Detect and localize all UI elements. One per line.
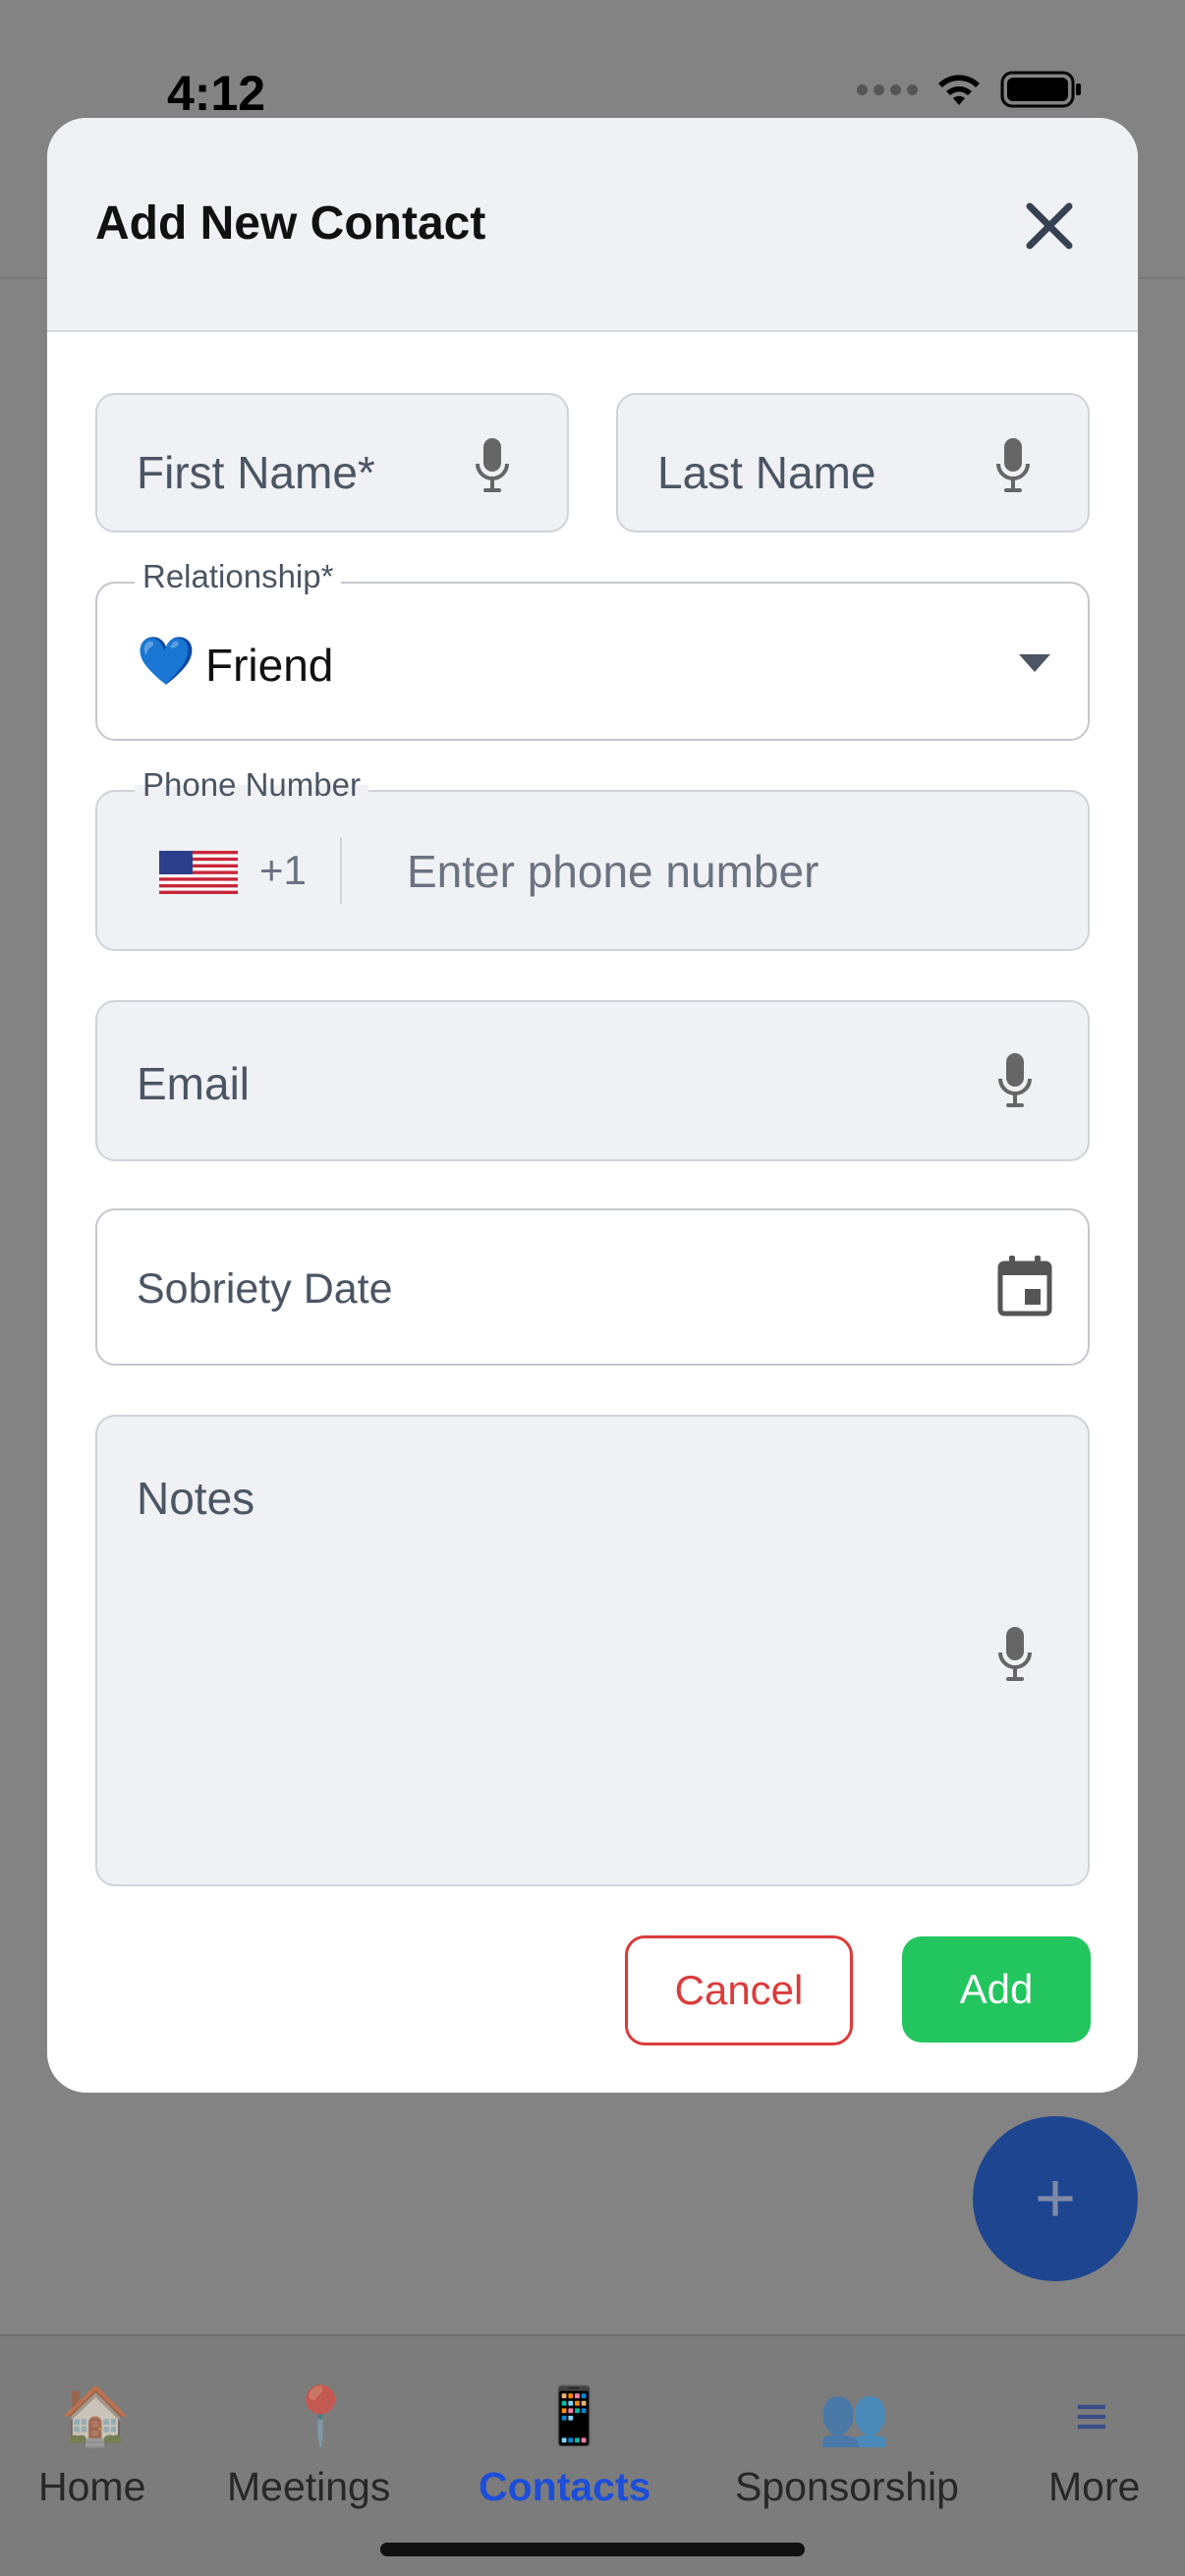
microphone-icon[interactable] (997, 1051, 1033, 1110)
calendar-icon[interactable] (997, 1256, 1052, 1316)
tab-more-label: More (1048, 2464, 1141, 2509)
phone-icon: 📱 (538, 2384, 610, 2448)
first-name-field[interactable]: First Name* (95, 393, 569, 532)
people-icon: 👥 (818, 2384, 890, 2448)
close-icon[interactable] (1022, 198, 1077, 253)
phone-label: Phone Number (135, 766, 368, 804)
phone-placeholder: Enter phone number (407, 846, 819, 897)
microphone-icon[interactable] (475, 436, 510, 495)
phone-field[interactable]: Phone Number +1 Enter phone number (95, 766, 1090, 951)
wifi-icon (938, 75, 980, 105)
signal-icon (857, 84, 918, 95)
cancel-button[interactable]: Cancel (625, 1935, 853, 2045)
phone-divider (340, 837, 342, 904)
add-button[interactable]: Add (902, 1936, 1091, 2043)
email-placeholder: Email (137, 1058, 251, 1109)
sobriety-date-placeholder: Sobriety Date (137, 1265, 393, 1313)
tab-home-label: Home (38, 2464, 146, 2509)
home-indicator (380, 2543, 805, 2556)
sobriety-date-field[interactable]: Sobriety Date (95, 1208, 1090, 1366)
pin-icon: 📍 (285, 2384, 357, 2448)
house-icon: 🏠 (60, 2384, 132, 2448)
modal-title: Add New Contact (95, 197, 486, 250)
tab-bar: 🏠 Home 📍 Meetings 📱 Contacts 👥 Sponsorsh… (0, 2334, 1185, 2576)
chevron-down-icon (1019, 654, 1050, 672)
add-contact-fab[interactable]: + (973, 2116, 1138, 2281)
notes-field[interactable]: Notes (95, 1415, 1090, 1886)
email-field[interactable]: Email (95, 1000, 1090, 1161)
us-flag-icon[interactable] (159, 851, 238, 894)
tab-contacts-label: Contacts (479, 2464, 651, 2509)
relationship-select[interactable]: Relationship* 💙 Friend (95, 558, 1090, 741)
relationship-value: Friend (205, 640, 334, 691)
status-time: 4:12 (167, 66, 266, 121)
country-code[interactable]: +1 (259, 847, 307, 894)
microphone-icon[interactable] (995, 436, 1031, 495)
add-contact-modal: Add New Contact First Name* Last Name Re… (47, 118, 1138, 2093)
menu-icon: ≡ (1075, 2384, 1108, 2448)
heart-icon: 💙 (137, 636, 196, 688)
relationship-label: Relationship* (135, 558, 342, 595)
modal-header: Add New Contact (47, 118, 1138, 332)
status-icons (857, 69, 1083, 110)
first-name-placeholder: First Name* (137, 447, 375, 498)
tab-sponsorship-label: Sponsorship (735, 2464, 959, 2509)
last-name-placeholder: Last Name (657, 447, 876, 498)
last-name-field[interactable]: Last Name (616, 393, 1090, 532)
battery-icon (1000, 71, 1081, 108)
notes-placeholder: Notes (137, 1473, 255, 1524)
microphone-icon[interactable] (997, 1625, 1033, 1684)
tab-meetings-label: Meetings (227, 2464, 391, 2509)
